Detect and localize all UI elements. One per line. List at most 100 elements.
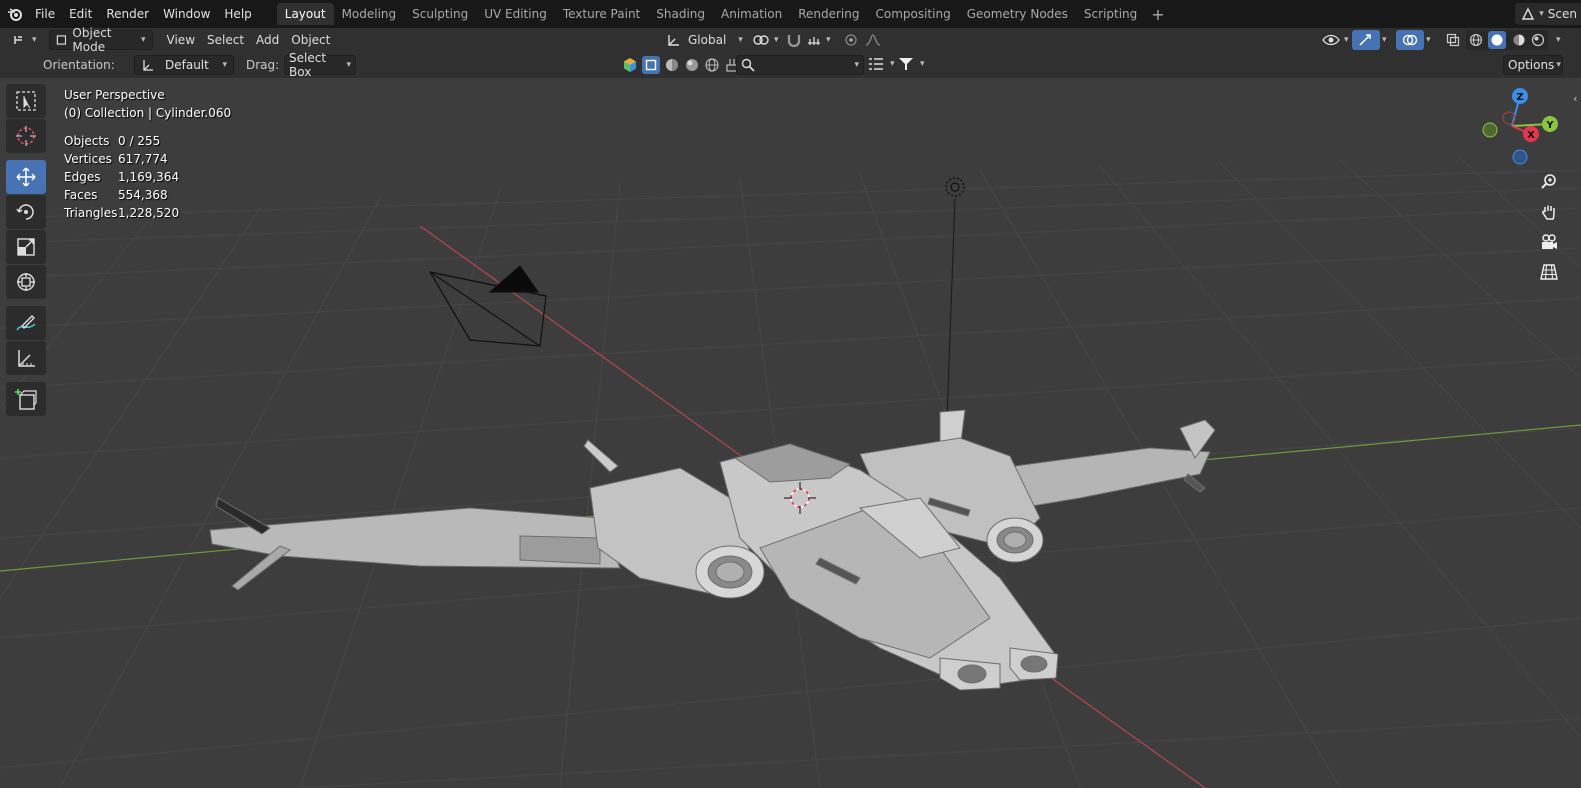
pivot-point-dropdown[interactable]: ▾: [746, 30, 785, 50]
gizmo-toggle[interactable]: [1352, 30, 1380, 50]
gizmo-x-label: X: [1527, 130, 1535, 141]
transform-tool[interactable]: [6, 265, 46, 299]
wireframe-shading-icon[interactable]: [1469, 33, 1483, 47]
overlay-toggle[interactable]: [1396, 30, 1424, 50]
gizmo-z-label: Z: [1516, 92, 1523, 103]
orientation-label: Orientation:: [43, 58, 115, 72]
shading-mode-group: [1466, 30, 1548, 50]
scene-selector[interactable]: ▾ Scen: [1515, 3, 1581, 25]
orientation-dropdown[interactable]: Default ▾: [134, 55, 234, 75]
tab-animation[interactable]: Animation: [713, 3, 790, 25]
snap-target-dropdown[interactable]: ▾: [800, 30, 837, 50]
editor-type-button[interactable]: ▾: [6, 30, 43, 50]
annotate-icon: [16, 315, 36, 331]
tool-settings-bar: Orientation: Default ▾ Drag: Select Box …: [0, 51, 1581, 79]
tab-layout[interactable]: Layout: [276, 3, 334, 25]
menu-help[interactable]: Help: [217, 0, 258, 28]
cursor-tool[interactable]: [6, 119, 46, 153]
gizmo-dropdown-caret[interactable]: ▾: [1382, 35, 1387, 45]
tab-sculpting[interactable]: Sculpting: [404, 3, 476, 25]
light-object[interactable]: [945, 177, 965, 419]
world-filter-icon[interactable]: [704, 57, 720, 73]
menu-render[interactable]: Render: [99, 0, 156, 28]
display-filter-dropdown[interactable]: ▾: [868, 57, 895, 71]
orientation-value: Default: [165, 58, 209, 72]
mode-dropdown[interactable]: Object Mode ▾: [48, 26, 153, 54]
stats-value: 617,774: [118, 152, 168, 166]
filter-dropdown[interactable]: ▾: [898, 57, 925, 71]
outliner-search-input[interactable]: ▾: [736, 55, 864, 75]
menu-object[interactable]: Object: [285, 30, 336, 50]
snap-increment-icon: [808, 37, 820, 45]
drag-label: Drag:: [246, 58, 280, 72]
left-toolbar: [6, 84, 46, 417]
menu-edit[interactable]: Edit: [62, 0, 99, 28]
material-filter-icon[interactable]: [684, 57, 700, 73]
menu-add[interactable]: Add: [250, 30, 285, 50]
sidebar-toggle-icon[interactable]: ‹: [1573, 92, 1577, 105]
menu-window[interactable]: Window: [156, 0, 217, 28]
stats-row-edges: Edges 1,169,364: [64, 168, 231, 186]
visibility-dropdown[interactable]: ▾: [1316, 30, 1355, 50]
orientation-default-icon: [143, 60, 153, 71]
gizmo-neg-y[interactable]: [1482, 122, 1498, 138]
stats-value: 1,169,364: [118, 170, 180, 184]
pan-button[interactable]: [1535, 198, 1563, 226]
solid-shading-button[interactable]: [1488, 31, 1507, 49]
viewport-scene: [0, 157, 1581, 788]
scale-icon: [17, 238, 35, 256]
stats-row-faces: Faces 554,368: [64, 186, 231, 204]
select-box-tool[interactable]: [6, 84, 46, 118]
editor-type-icon: [14, 36, 22, 44]
navigation-gizmo[interactable]: Z Y X: [1478, 86, 1568, 168]
camera-object[interactable]: [428, 265, 547, 347]
rotate-tool[interactable]: [6, 195, 46, 229]
tab-compositing[interactable]: Compositing: [867, 3, 958, 25]
zoom-button[interactable]: [1535, 168, 1563, 196]
scale-tool[interactable]: [6, 230, 46, 264]
add-cube-tool[interactable]: [6, 382, 46, 416]
menu-select[interactable]: Select: [201, 30, 250, 50]
menu-file[interactable]: File: [28, 0, 62, 28]
add-workspace-icon[interactable]: +: [1145, 5, 1170, 24]
tab-scripting[interactable]: Scripting: [1076, 3, 1145, 25]
overlay-dropdown-caret[interactable]: ▾: [1426, 35, 1431, 45]
top-bar: File Edit Render Window Help Layout Mode…: [0, 0, 1581, 28]
tab-geometry-nodes[interactable]: Geometry Nodes: [959, 3, 1076, 25]
measure-tool[interactable]: [6, 341, 46, 375]
gizmo-neg-z[interactable]: [1512, 149, 1528, 165]
mesh-filter-button[interactable]: [642, 56, 660, 74]
drag-dropdown[interactable]: Select Box ▾: [284, 51, 356, 79]
transform-orientation-dropdown[interactable]: Global ▾: [660, 30, 749, 50]
stats-row-objects: Objects 0 / 255: [64, 132, 231, 150]
options-dropdown[interactable]: Options ▾: [1503, 55, 1563, 75]
object-color-icon[interactable]: [622, 57, 638, 73]
tab-texture-paint[interactable]: Texture Paint: [555, 3, 648, 25]
falloff-dropdown[interactable]: [858, 30, 888, 50]
tab-uv-editing[interactable]: UV Editing: [476, 3, 555, 25]
stats-row-vertices: Vertices 617,774: [64, 150, 231, 168]
menu-view[interactable]: View: [161, 30, 201, 50]
stats-value: 0 / 255: [118, 134, 161, 148]
shading-dropdown-caret[interactable]: ▾: [1556, 35, 1561, 45]
move-tool[interactable]: [6, 160, 46, 194]
xray-toggle[interactable]: [1440, 30, 1466, 50]
material-shading-icon[interactable]: [1512, 33, 1526, 47]
3d-viewport[interactable]: [0, 78, 1581, 788]
blender-logo-icon[interactable]: [2, 0, 28, 28]
stats-label: Triangles: [64, 206, 118, 220]
tab-shading[interactable]: Shading: [648, 3, 713, 25]
move-icon: [16, 167, 36, 187]
ortho-toggle-button[interactable]: [1535, 258, 1563, 286]
stats-label: Faces: [64, 188, 98, 202]
tab-rendering[interactable]: Rendering: [790, 3, 867, 25]
camera-view-button[interactable]: [1535, 228, 1563, 256]
transform-icon: [17, 273, 35, 291]
annotate-tool[interactable]: [6, 306, 46, 340]
options-label: Options: [1508, 58, 1555, 72]
add-cube-icon: [15, 389, 37, 410]
tab-modeling[interactable]: Modeling: [334, 3, 405, 25]
rendered-shading-icon[interactable]: [1531, 33, 1545, 47]
pivot-icon: [753, 35, 769, 45]
sphere-filter-icon[interactable]: [664, 57, 680, 73]
